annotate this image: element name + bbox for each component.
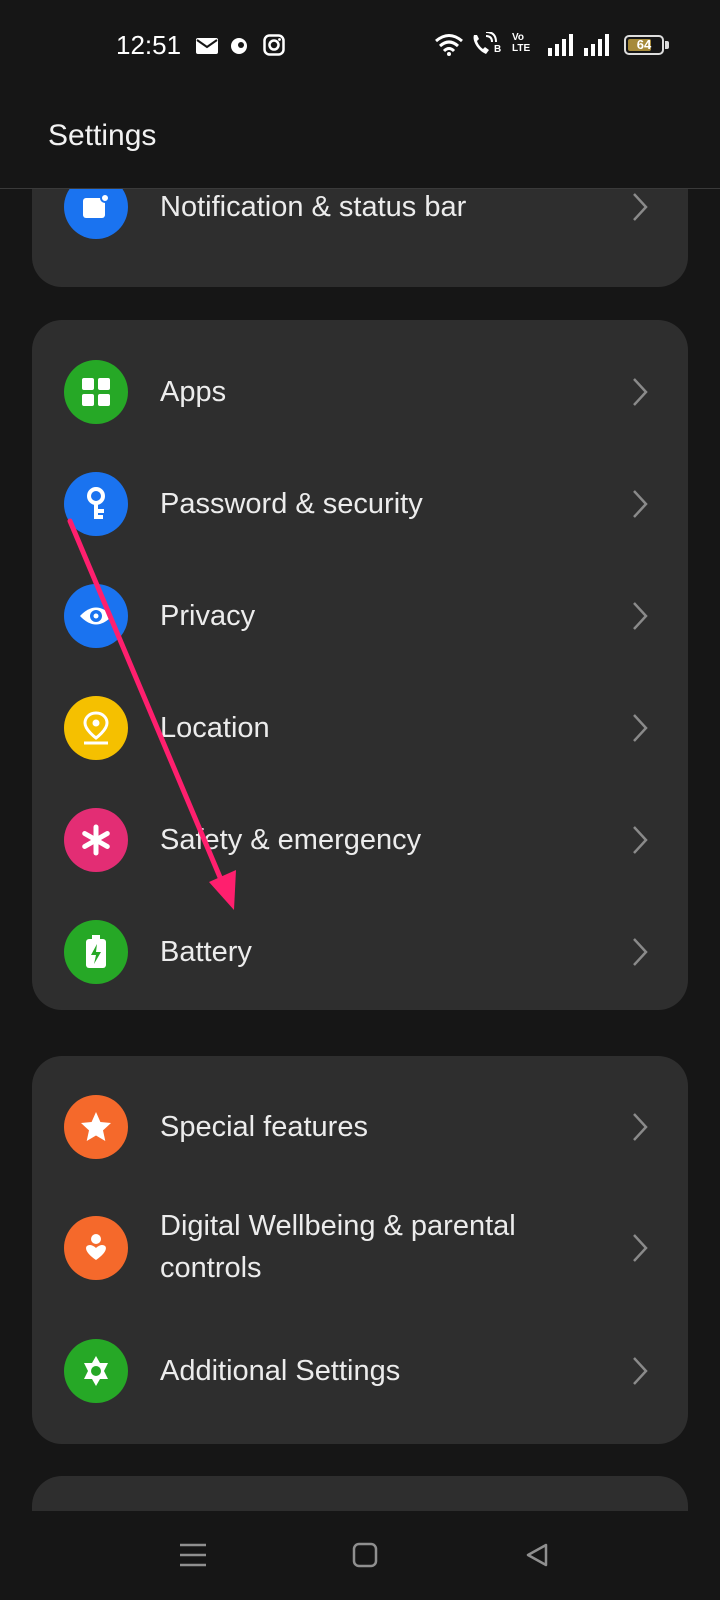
chevron-right-icon [633,1113,648,1141]
chevron-right-icon [633,1234,648,1262]
asterisk-icon [64,808,128,872]
settings-list[interactable]: Notification & status bar Apps Password … [0,189,720,1511]
settings-item-label: Special features [160,1111,368,1143]
heart-hand-icon [64,1216,128,1280]
battery-tip [665,41,669,49]
settings-item-digital-wellbeing[interactable]: Digital Wellbeing & parental controls [32,1178,688,1318]
settings-item-label: Privacy [160,600,256,632]
settings-item-label: Digital Wellbeing & parental controls [160,1210,516,1284]
settings-item-additional-settings[interactable]: Additional Settings [32,1318,688,1424]
chevron-right-icon [633,938,648,966]
instagram-icon [263,34,285,56]
status-bar: 12:51 B Vo LTE 64 [0,0,720,92]
settings-card-next [32,1476,688,1511]
chevron-right-icon [633,193,648,221]
location-pin-icon [64,696,128,760]
settings-item-label: Password & security [160,488,423,520]
status-time: 12:51 [116,30,182,60]
volte-icon: Vo LTE [512,32,531,54]
wifi-icon [435,34,463,56]
settings-item-notification-status-bar[interactable]: Notification & status bar [32,189,688,269]
settings-item-label: Battery [160,936,252,968]
gear-icon [64,1339,128,1403]
settings-item-label: Notification & status bar [160,191,467,223]
settings-card-more: Special features Digital Wellbeing & par… [32,1056,688,1444]
battery-level: 64 [636,37,652,52]
mail-icon [196,38,218,54]
settings-item-special-features[interactable]: Special features [32,1076,688,1178]
eye-icon [64,584,128,648]
settings-item-privacy[interactable]: Privacy [32,560,688,672]
signal-icon [548,34,573,56]
menu-icon[interactable] [171,1533,215,1577]
notification-bar-icon [64,189,128,239]
settings-item-location[interactable]: Location [32,672,688,784]
settings-card-notifications: Notification & status bar [32,189,688,287]
star-icon [64,1095,128,1159]
settings-item-password-security[interactable]: Password & security [32,448,688,560]
notification-icon [231,38,247,54]
chevron-right-icon [633,826,648,854]
key-icon [64,472,128,536]
chevron-right-icon [633,490,648,518]
settings-item-label: Safety & emergency [160,824,422,856]
chevron-right-icon [633,378,648,406]
apps-grid-icon [64,360,128,424]
chevron-right-icon [633,602,648,630]
signal-icon [584,34,609,56]
navigation-bar [0,1511,720,1600]
chevron-right-icon [633,714,648,742]
home-icon[interactable] [343,1533,387,1577]
settings-item-safety-emergency[interactable]: Safety & emergency [32,784,688,896]
settings-item-battery[interactable]: Battery [32,896,688,1008]
battery-charge-icon [64,920,128,984]
page-title: Settings [48,119,157,152]
settings-item-label: Apps [160,376,227,408]
sim-indicator: B [494,44,502,55]
chevron-right-icon [633,1357,648,1385]
settings-item-label: Additional Settings [160,1355,401,1387]
settings-item-label: Location [160,712,270,744]
back-icon[interactable] [515,1533,559,1577]
settings-card-main: Apps Password & security Privacy Locatio… [32,320,688,1010]
settings-item-apps[interactable]: Apps [32,336,688,448]
